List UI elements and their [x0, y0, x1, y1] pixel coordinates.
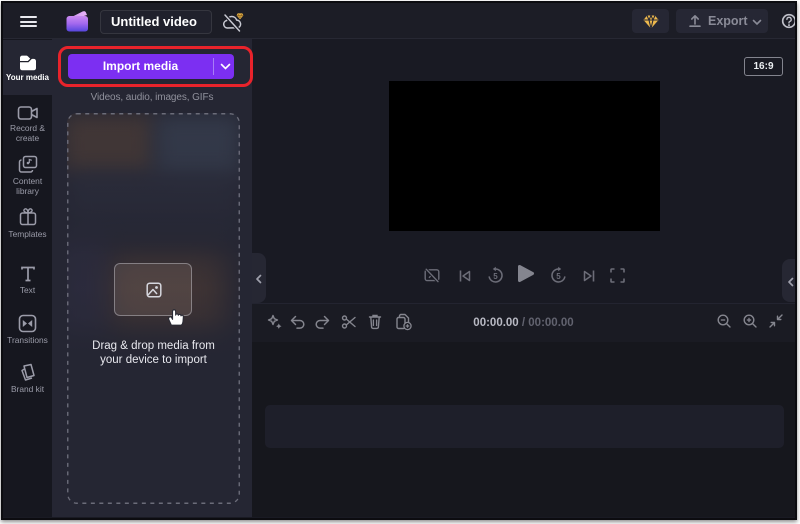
- svg-text:5: 5: [556, 272, 561, 281]
- svg-text:5: 5: [493, 272, 498, 281]
